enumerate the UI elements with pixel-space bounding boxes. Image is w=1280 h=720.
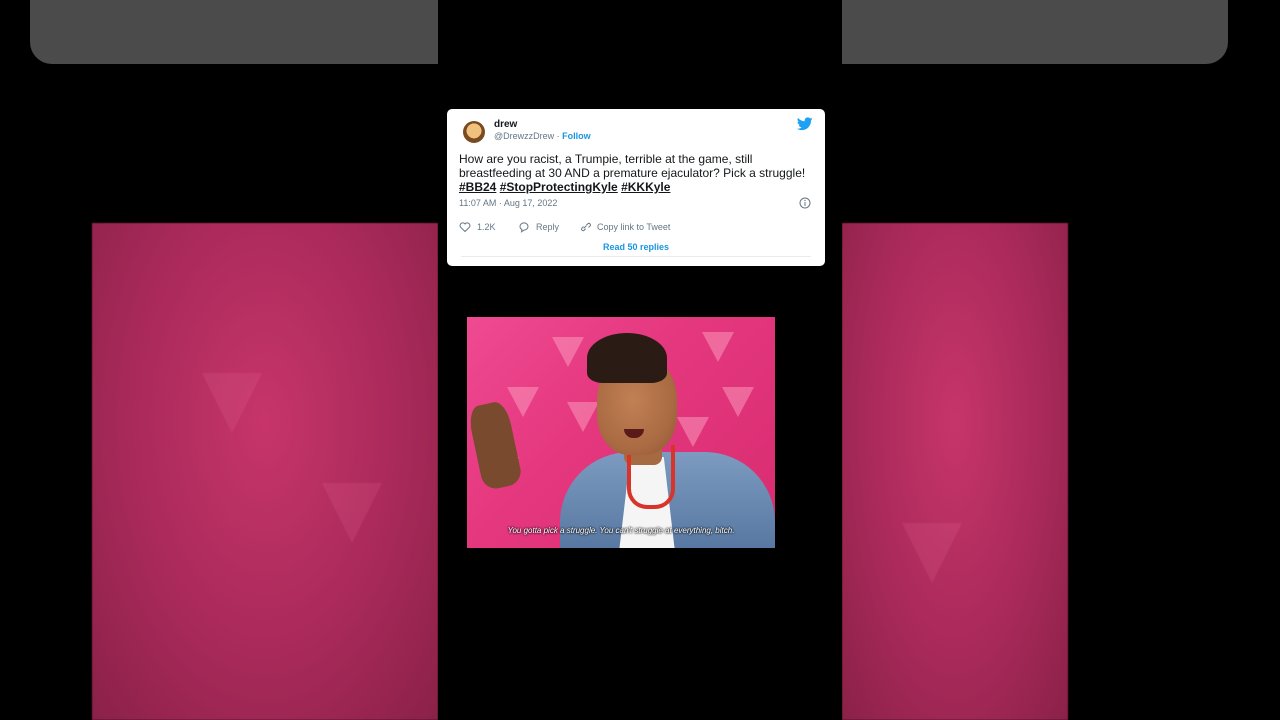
background-triangle	[567, 402, 599, 432]
like-button[interactable]: 1.2K	[459, 221, 496, 233]
reply-label: Reply	[536, 222, 560, 232]
gif-subtitle: You gotta pick a struggle. You can't str…	[507, 526, 735, 535]
tweet-body: How are you racist, a Trumpie, terrible …	[459, 152, 806, 180]
copy-link-button[interactable]: Copy link to Tweet	[579, 221, 670, 233]
blurred-background-left	[92, 223, 438, 720]
link-icon	[581, 222, 591, 232]
hashtag-link[interactable]: #StopProtectingKyle	[500, 180, 618, 194]
read-replies-link[interactable]: Read 50 replies	[447, 242, 825, 252]
reply-button[interactable]: Reply	[518, 221, 559, 233]
reply-bubble-icon	[519, 222, 529, 233]
info-icon[interactable]	[799, 197, 811, 209]
background-triangle	[552, 337, 584, 367]
background-triangle	[322, 483, 382, 543]
like-count: 1.2K	[477, 222, 496, 232]
author-handle[interactable]: @DrewzzDrew	[494, 131, 554, 141]
background-triangle	[677, 417, 709, 447]
reaction-gif: You gotta pick a struggle. You can't str…	[467, 317, 775, 548]
author-name[interactable]: drew	[494, 119, 517, 130]
background-triangle	[507, 387, 539, 417]
background-triangle	[202, 373, 262, 433]
tweet-card[interactable]: drew @DrewzzDrew · Follow How are you ra…	[447, 109, 825, 266]
tweet-timestamp[interactable]: 11:07 AM · Aug 17, 2022	[459, 198, 557, 208]
twitter-bird-icon[interactable]	[797, 117, 813, 131]
background-triangle	[702, 332, 734, 362]
blurred-background-right	[842, 223, 1068, 720]
background-triangle	[722, 387, 754, 417]
hashtag-link[interactable]: #KKKyle	[621, 180, 670, 194]
copy-link-label: Copy link to Tweet	[597, 222, 671, 232]
heart-icon	[459, 222, 471, 233]
avatar[interactable]	[463, 121, 485, 143]
tweet-text: How are you racist, a Trumpie, terrible …	[459, 152, 809, 194]
tweet-actions: 1.2K Reply Copy link to Tweet	[459, 221, 819, 235]
separator-dot: ·	[556, 131, 560, 141]
background-triangle	[902, 523, 962, 583]
person-hair	[587, 333, 667, 383]
follow-button[interactable]: Follow	[562, 131, 591, 141]
card-divider	[461, 256, 811, 257]
author-handle-line: @DrewzzDrew · Follow	[494, 131, 591, 141]
hashtag-link[interactable]: #BB24	[459, 180, 496, 194]
